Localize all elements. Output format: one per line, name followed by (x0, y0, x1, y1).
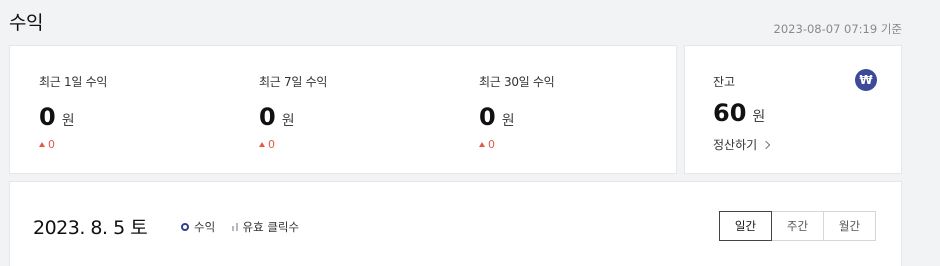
settle-link[interactable]: 정산하기 (713, 136, 771, 153)
tab-monthly[interactable]: 월간 (823, 211, 876, 241)
stat-change-value: 0 (48, 138, 55, 151)
stat-label: 최근 1일 수익 (39, 75, 108, 89)
stat-7day: 최근 7일 수익 0 원 0 (259, 73, 327, 151)
stat-value: 0 (479, 103, 496, 131)
balance-value: 60 (713, 99, 747, 127)
stat-change-value: 0 (268, 138, 275, 151)
tab-weekly[interactable]: 주간 (771, 211, 824, 241)
stat-unit: 원 (501, 113, 515, 129)
legend-revenue: 수익 (181, 219, 215, 235)
stat-change: 0 (259, 138, 327, 151)
period-tabs: 일간 주간 월간 (719, 211, 876, 241)
revenue-summary-card: 최근 1일 수익 0 원 0 최근 7일 수익 0 원 0 최근 30일 수익 … (9, 45, 677, 174)
settle-label: 정산하기 (713, 138, 758, 152)
chart-date: 2023. 8. 5 토 (33, 217, 148, 239)
balance-card: 잔고 ₩ 60 원 정산하기 (684, 45, 902, 174)
circle-marker-icon (181, 223, 189, 231)
bar-marker-icon (232, 223, 238, 231)
stat-unit: 원 (61, 113, 75, 129)
balance-unit: 원 (752, 109, 766, 125)
stat-1day: 최근 1일 수익 0 원 0 (39, 73, 107, 151)
stat-value: 0 (259, 103, 276, 131)
chart-card: 2023. 8. 5 토 수익 유효 클릭수 일간 주간 월간 (9, 181, 902, 266)
stat-change-value: 0 (488, 138, 495, 151)
up-arrow-icon (39, 142, 45, 147)
stat-label: 최근 30일 수익 (479, 75, 555, 89)
stat-unit: 원 (281, 113, 295, 129)
timestamp: 2023-08-07 07:19 기준 (773, 22, 902, 36)
page-title: 수익 (9, 12, 43, 34)
stat-change: 0 (479, 138, 554, 151)
stat-30day: 최근 30일 수익 0 원 0 (479, 73, 555, 151)
legend-clicks: 유효 클릭수 (232, 219, 299, 235)
balance-label: 잔고 (713, 75, 736, 89)
stat-value: 0 (39, 103, 56, 131)
chevron-right-icon (761, 140, 771, 149)
stat-label: 최근 7일 수익 (259, 75, 328, 89)
stat-change: 0 (39, 138, 107, 151)
legend-revenue-label: 수익 (194, 220, 216, 234)
won-icon: ₩ (855, 69, 877, 91)
up-arrow-icon (259, 142, 265, 147)
legend-clicks-label: 유효 클릭수 (242, 220, 300, 234)
up-arrow-icon (479, 142, 485, 147)
tab-daily[interactable]: 일간 (719, 211, 772, 241)
